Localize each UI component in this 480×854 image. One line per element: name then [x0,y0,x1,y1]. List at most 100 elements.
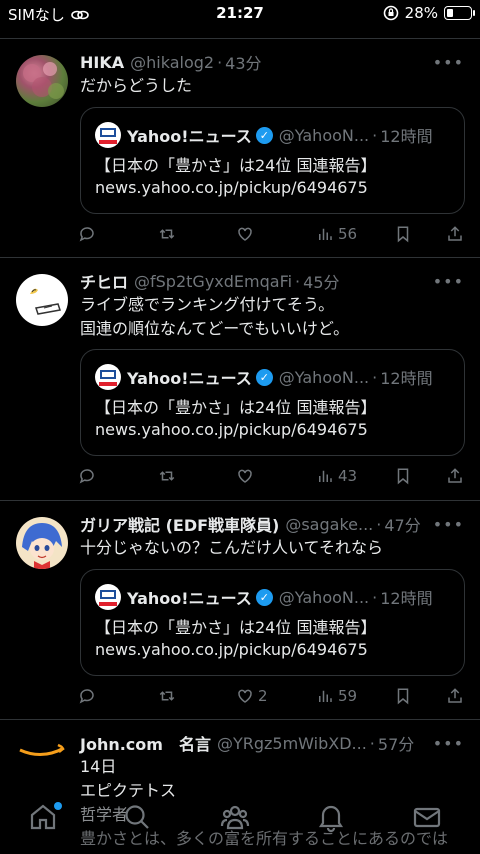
user-handle[interactable]: @sagake... [285,515,373,534]
more-options-icon[interactable]: ••• [433,272,464,291]
tweet-text-line: 14日 [80,757,117,776]
views-icon [319,228,332,240]
battery-fill [447,9,453,17]
like-button[interactable] [236,225,258,243]
more-options-icon[interactable]: ••• [433,53,464,72]
views-button[interactable]: 43 [316,467,357,485]
view-count: 59 [338,687,358,705]
bottom-nav [0,794,480,854]
view-count: 43 [338,467,358,485]
bookmark-button[interactable] [394,467,412,485]
user-handle[interactable]: @hikalog2 [130,53,214,72]
reply-button[interactable] [78,687,96,705]
bookmark-icon [397,226,409,243]
retweet-button[interactable] [158,225,176,243]
quote-header: Yahoo!ニュース ✓ @YahooN... · 12時間 [95,364,450,390]
tweet[interactable]: チヒロ @fSp2tGyxdEmqaFi · 45分 ••• ライブ感でランキン… [0,258,480,501]
quote-link[interactable]: news.yahoo.co.jp/pickup/6494675 [95,640,454,659]
reply-icon [79,227,94,242]
share-icon [448,688,462,703]
quote-handle: @YahooN... [278,125,370,145]
tweet-text-line: だからどうした [80,76,193,95]
separator-dot: · [372,125,378,145]
display-name[interactable]: チヒロ [80,269,128,293]
nav-communities[interactable] [220,802,260,842]
quote-link[interactable]: news.yahoo.co.jp/pickup/6494675 [95,420,454,439]
user-handle[interactable]: @YRgz5mWibXD... [217,734,367,753]
quote-name: Yahoo!ニュース [127,369,252,388]
separator-dot: · [217,52,223,72]
share-button[interactable] [446,687,464,705]
quote-name: Yahoo!ニュース [127,127,252,146]
avatar[interactable] [16,517,68,569]
separator-dot: · [369,733,375,753]
tweet[interactable]: ガリア戦記 (EDF戦車隊員) @sagake... · 47分 ••• 十分じ… [0,501,480,720]
tweet-header: HIKA @hikalog2 · 43分 ••• [80,50,464,74]
quote-text: 【日本の「豊かさ」は24位 国連報告】 [95,398,377,417]
tweet-time[interactable]: 47分 [384,512,420,536]
display-name[interactable]: John.com 名言 [80,731,211,755]
nav-notifications[interactable] [316,802,356,842]
display-name[interactable]: ガリア戦記 (EDF戦車隊員) [80,512,279,536]
messages-icon [413,807,441,828]
views-button[interactable]: 56 [316,225,357,243]
separator-dot: · [295,271,301,291]
views-button[interactable]: 59 [316,687,357,705]
tweet-time[interactable]: 43分 [225,50,261,74]
separator-dot: · [376,514,382,534]
tweet-text: ライブ感でランキング付けてそう。 国連の順位なんてどーでもいいけど。 [80,293,464,341]
notifications-icon [318,805,344,833]
retweet-icon [159,471,175,481]
like-icon [238,689,252,703]
tweet-text-line: ライブ感でランキング付けてそう。 [80,295,335,314]
quote-text: 【日本の「豊かさ」は24位 国連報告】 [95,618,377,637]
quote-link[interactable]: news.yahoo.co.jp/pickup/6494675 [95,178,454,197]
like-button[interactable]: 2 [236,687,268,705]
yahoo-news-logo-icon [95,584,121,610]
separator-dot: · [372,367,378,387]
avatar[interactable] [16,274,68,326]
avatar[interactable] [16,736,68,788]
separator-dot: · [372,587,378,607]
share-button[interactable] [446,467,464,485]
tweet-time[interactable]: 45分 [303,269,339,293]
reply-button[interactable] [78,467,96,485]
share-button[interactable] [446,225,464,243]
tweet-actions: 2 59 [78,687,464,711]
reply-icon [79,469,94,484]
tweet[interactable]: HIKA @hikalog2 · 43分 ••• だからどうした Yahoo!ニ… [0,39,480,258]
retweet-button[interactable] [158,687,176,705]
user-handle[interactable]: @fSp2tGyxdEmqaFi [134,272,292,291]
quoted-tweet[interactable]: Yahoo!ニュース ✓ @YahooN... · 12時間 【日本の「豊かさ」… [80,349,465,456]
bookmark-button[interactable] [394,225,412,243]
quote-handle: @YahooN... [278,367,370,387]
tweet-text: 十分じゃないの？こんだけ人いてそれなら [80,536,464,560]
like-button[interactable] [236,467,258,485]
quoted-tweet[interactable]: Yahoo!ニュース ✓ @YahooN... · 12時間 【日本の「豊かさ」… [80,107,465,214]
nav-home[interactable] [28,802,68,842]
orientation-lock-icon [383,5,398,21]
display-name[interactable]: HIKA [80,53,124,72]
status-right: 28% [383,4,475,22]
reply-button[interactable] [78,225,96,243]
like-icon [238,469,252,483]
bookmark-button[interactable] [394,687,412,705]
quoted-tweet[interactable]: Yahoo!ニュース ✓ @YahooN... · 12時間 【日本の「豊かさ」… [80,569,465,676]
battery-percent: 28% [404,4,438,22]
tweet-text-line: 十分じゃないの？こんだけ人いてそれなら [80,538,384,557]
more-options-icon[interactable]: ••• [433,734,464,753]
nav-messages[interactable] [412,802,452,842]
retweet-button[interactable] [158,467,176,485]
like-count: 2 [258,687,268,705]
tweet-time[interactable]: 57分 [378,731,414,755]
reply-icon [79,689,94,704]
bookmark-icon [397,688,409,705]
nav-search[interactable] [122,802,162,842]
avatar[interactable] [16,55,68,107]
tweet-header: ガリア戦記 (EDF戦車隊員) @sagake... · 47分 ••• [80,512,464,536]
tweet-actions: 43 [78,467,464,491]
views-icon [319,470,332,482]
views-icon [319,690,332,702]
more-options-icon[interactable]: ••• [433,515,464,534]
quote-time: 12時間 [380,127,433,146]
